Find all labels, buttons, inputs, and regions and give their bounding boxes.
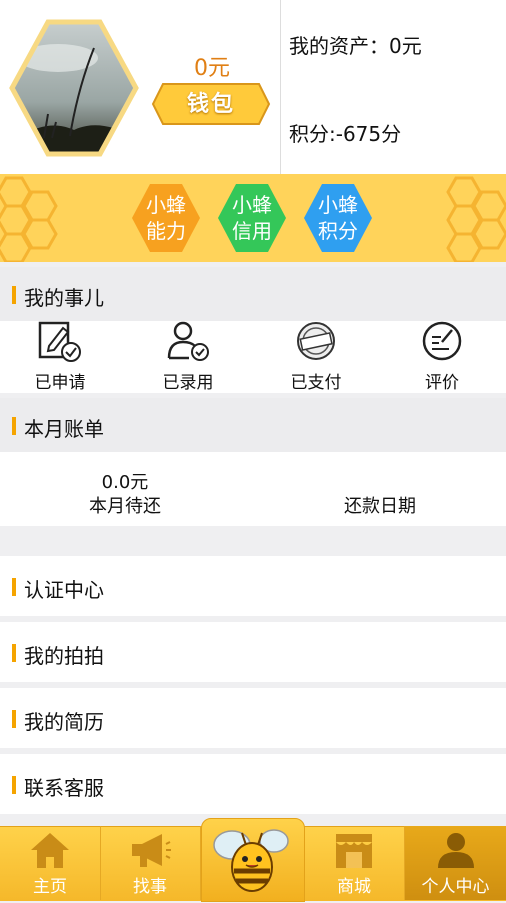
bill-due-date-label[interactable]: 还款日期 (300, 492, 460, 518)
menu-my-photos[interactable]: 我的拍拍 (0, 622, 506, 682)
badge-ability[interactable]: 小蜂 能力 (130, 182, 202, 254)
hired-icon (167, 321, 209, 361)
tab-find-jobs-label: 找事 (133, 877, 167, 897)
megaphone-icon (132, 834, 171, 867)
section-marker (12, 417, 16, 435)
badge-credit-line2: 信用 (232, 219, 272, 243)
section-marker (12, 710, 16, 728)
tab-find-jobs[interactable]: 找事 (100, 826, 201, 900)
avatar[interactable] (8, 18, 140, 158)
assets-text: 我的资产：0元 (289, 34, 422, 58)
action-paid[interactable]: 已支付 (270, 320, 362, 394)
tab-bee-center[interactable] (201, 818, 305, 902)
divider (280, 0, 281, 174)
action-hired[interactable]: 已录用 (142, 320, 234, 394)
badge-ability-line2: 能力 (146, 219, 186, 243)
action-applied-label: 已申请 (34, 373, 86, 393)
badge-points-line2: 积分 (318, 219, 358, 243)
tab-personal-center-label: 个人中心 (421, 877, 490, 897)
badge-credit-line1: 小蜂 (232, 193, 272, 217)
action-review-label: 评价 (425, 373, 459, 393)
review-icon (422, 321, 462, 361)
tab-store[interactable]: 商城 (304, 826, 405, 900)
menu-item-label: 我的简历 (24, 710, 104, 734)
menu-item-label: 联系客服 (24, 776, 104, 800)
balance-amount: 0元 (194, 56, 230, 81)
bee-mascot-icon (213, 829, 289, 892)
section-title: 本月账单 (24, 417, 104, 441)
tab-home[interactable]: 主页 (0, 826, 101, 900)
bill-amount: 0.0元 (101, 472, 149, 493)
section-marker (12, 578, 16, 596)
badge-points-line1: 小蜂 (318, 193, 358, 217)
section-my-affairs: 我的事儿 (0, 267, 506, 321)
menu-certification-center[interactable]: 认证中心 (0, 556, 506, 616)
action-applied[interactable]: 已申请 (14, 320, 106, 394)
home-icon (31, 833, 69, 868)
tab-store-label: 商城 (337, 877, 371, 897)
tab-home-label: 主页 (33, 877, 67, 897)
action-paid-label: 已支付 (290, 373, 342, 393)
section-title: 我的事儿 (24, 286, 104, 310)
badge-ability-line1: 小蜂 (146, 193, 186, 217)
paid-stamp-icon (297, 322, 335, 360)
points-text: 积分:-675分 (289, 122, 402, 146)
action-hired-label: 已录用 (162, 373, 214, 393)
person-icon (437, 833, 474, 868)
store-icon (336, 834, 372, 868)
section-marker (12, 644, 16, 662)
profile-header: 0元 钱包 我的资产：0元 积分:-675分 (0, 0, 506, 174)
menu-my-resume[interactable]: 我的简历 (0, 688, 506, 748)
action-review[interactable]: 评价 (396, 320, 488, 394)
badge-credit[interactable]: 小蜂 信用 (216, 182, 288, 254)
menu-item-label: 认证中心 (24, 578, 104, 602)
wallet-button-label[interactable]: 钱包 (151, 86, 271, 118)
bill-amount-label[interactable]: 本月待还 (40, 492, 210, 518)
badge-points[interactable]: 小蜂 积分 (302, 182, 374, 254)
section-monthly-bill: 本月账单 (0, 398, 506, 452)
section-marker (12, 776, 16, 794)
tab-personal-center[interactable]: 个人中心 (405, 826, 506, 900)
applied-icon (38, 321, 81, 362)
menu-contact-support[interactable]: 联系客服 (0, 754, 506, 814)
section-marker (12, 286, 16, 304)
menu-item-label: 我的拍拍 (24, 644, 104, 668)
